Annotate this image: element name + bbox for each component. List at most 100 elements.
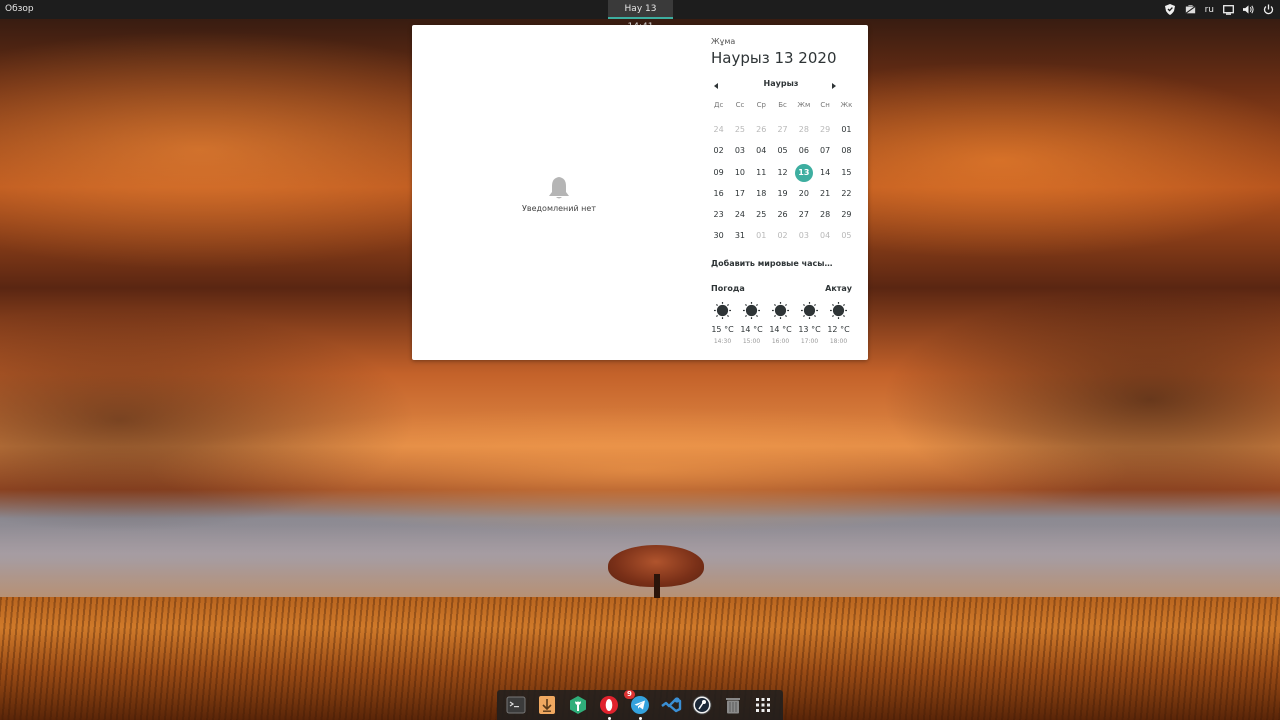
telegram-icon[interactable]: 9 bbox=[623, 690, 651, 720]
vscode-icon[interactable] bbox=[660, 694, 682, 716]
calendar-day[interactable]: 27 bbox=[772, 119, 793, 140]
weather-forecast: 15 °C 14:30 14 °C 15:00 14 °C 16:00 13 °C 17:00… bbox=[708, 301, 854, 345]
forecast-time: 14:30 bbox=[713, 337, 732, 345]
power-icon[interactable] bbox=[1263, 4, 1274, 15]
calendar-day[interactable]: 03 bbox=[793, 225, 814, 246]
calendar-day[interactable]: 12 bbox=[772, 162, 793, 183]
calendar-day-today[interactable]: 13 bbox=[793, 162, 814, 183]
forecast-item: 14 °C 16:00 bbox=[766, 301, 795, 345]
calendar-day[interactable]: 25 bbox=[751, 204, 772, 225]
add-world-clocks-button[interactable]: Добавить мировые часы… bbox=[711, 259, 854, 268]
calendar-section: Жұма Наурыз 13 2020 Наурыз Дс Сс Ср Бс Жм Сн Ж… bbox=[708, 37, 854, 345]
calendar-day[interactable]: 22 bbox=[836, 183, 857, 204]
forecast-time: 15:00 bbox=[742, 337, 761, 345]
dock: 9 bbox=[497, 690, 783, 720]
terminal-icon[interactable] bbox=[505, 694, 527, 716]
calendar-day[interactable]: 09 bbox=[708, 162, 729, 183]
calendar-day[interactable]: 10 bbox=[729, 162, 750, 183]
calendar-day[interactable]: 04 bbox=[751, 140, 772, 161]
sun-icon bbox=[772, 301, 789, 319]
forecast-time: 18:00 bbox=[829, 337, 848, 345]
sun-icon bbox=[830, 301, 847, 319]
calendar-day[interactable]: 01 bbox=[836, 119, 857, 140]
calendar-day[interactable]: 26 bbox=[772, 204, 793, 225]
day-header: Жк bbox=[840, 101, 853, 109]
calendar-day[interactable]: 11 bbox=[751, 162, 772, 183]
notification-list: Уведомлений нет bbox=[412, 25, 704, 360]
forecast-item: 13 °C 17:00 bbox=[795, 301, 824, 345]
calendar-day[interactable]: 14 bbox=[814, 162, 835, 183]
forecast-temperature: 12 °C bbox=[827, 324, 850, 334]
weekday-label: Жұма bbox=[711, 37, 736, 46]
downloader-icon[interactable] bbox=[536, 694, 558, 716]
day-header: Ср bbox=[756, 101, 766, 109]
sun-icon bbox=[743, 301, 760, 319]
calendar-day[interactable]: 25 bbox=[729, 119, 750, 140]
steam-icon[interactable] bbox=[691, 694, 713, 716]
forecast-item: 14 °C 15:00 bbox=[737, 301, 766, 345]
calendar-grid: Дс Сс Ср Бс Жм Сн Жк 24 25 26 27 28 29 01 02 03 04 05 06 07… bbox=[708, 99, 854, 247]
clock-date: Нау 13 bbox=[624, 4, 657, 14]
calendar-day[interactable]: 05 bbox=[836, 225, 857, 246]
calendar-day[interactable]: 06 bbox=[793, 140, 814, 161]
day-header: Сн bbox=[820, 101, 830, 109]
calendar-day[interactable]: 03 bbox=[729, 140, 750, 161]
calendar-day[interactable]: 29 bbox=[836, 204, 857, 225]
forecast-temperature: 13 °C bbox=[798, 324, 821, 334]
calendar-day[interactable]: 26 bbox=[751, 119, 772, 140]
volume-icon[interactable] bbox=[1243, 4, 1254, 15]
calendar-day[interactable]: 30 bbox=[708, 225, 729, 246]
calendar-day[interactable]: 15 bbox=[836, 162, 857, 183]
calendar-day[interactable]: 28 bbox=[814, 204, 835, 225]
day-header: Бс bbox=[778, 101, 787, 109]
language-indicator[interactable]: ru bbox=[1205, 5, 1214, 15]
weather-location: Актау bbox=[825, 283, 852, 293]
forecast-temperature: 14 °C bbox=[769, 324, 792, 334]
calendar-day[interactable]: 24 bbox=[729, 204, 750, 225]
bell-icon bbox=[549, 177, 569, 199]
calendar-day[interactable]: 01 bbox=[751, 225, 772, 246]
calendar-day[interactable]: 29 bbox=[814, 119, 835, 140]
day-header: Дс bbox=[713, 101, 724, 109]
forecast-time: 17:00 bbox=[800, 337, 819, 345]
day-header: Жм bbox=[797, 101, 811, 109]
calendar-day[interactable]: 23 bbox=[708, 204, 729, 225]
wrench-app-icon[interactable] bbox=[567, 694, 589, 716]
calendar-day[interactable]: 28 bbox=[793, 119, 814, 140]
weather-label: Погода bbox=[711, 283, 745, 293]
screen-icon[interactable] bbox=[1223, 4, 1234, 15]
top-bar: Обзор Нау 13 14:41 ru bbox=[0, 0, 1280, 32]
calendar-day[interactable]: 24 bbox=[708, 119, 729, 140]
trash-icon[interactable] bbox=[722, 694, 744, 716]
app-grid-icon[interactable] bbox=[752, 694, 774, 716]
shield-icon[interactable] bbox=[1165, 4, 1176, 15]
calendar-day[interactable]: 08 bbox=[836, 140, 857, 161]
clock-button[interactable]: Нау 13 14:41 bbox=[608, 0, 673, 32]
calendar-day[interactable]: 07 bbox=[814, 140, 835, 161]
network-icon[interactable] bbox=[1185, 4, 1196, 15]
calendar-day[interactable]: 04 bbox=[814, 225, 835, 246]
opera-icon[interactable] bbox=[598, 694, 620, 720]
calendar-day[interactable]: 02 bbox=[708, 140, 729, 161]
calendar-day[interactable]: 02 bbox=[772, 225, 793, 246]
calendar-day[interactable]: 16 bbox=[708, 183, 729, 204]
forecast-time: 16:00 bbox=[771, 337, 790, 345]
month-navigation: Наурыз bbox=[708, 79, 854, 99]
forecast-temperature: 14 °C bbox=[740, 324, 763, 334]
calendar-day[interactable]: 27 bbox=[793, 204, 814, 225]
calendar-day[interactable]: 20 bbox=[793, 183, 814, 204]
sun-icon bbox=[801, 301, 818, 319]
calendar-day[interactable]: 19 bbox=[772, 183, 793, 204]
calendar-day[interactable]: 05 bbox=[772, 140, 793, 161]
next-month-icon[interactable] bbox=[832, 83, 836, 89]
calendar-day[interactable]: 18 bbox=[751, 183, 772, 204]
calendar-day[interactable]: 17 bbox=[729, 183, 750, 204]
calendar-day[interactable]: 21 bbox=[814, 183, 835, 204]
weather-header[interactable]: Погода Актау bbox=[708, 284, 854, 296]
activities-button[interactable]: Обзор bbox=[5, 0, 34, 19]
date-title[interactable]: Наурыз 13 2020 bbox=[711, 49, 854, 67]
calendar-day[interactable]: 31 bbox=[729, 225, 750, 246]
forecast-temperature: 15 °C bbox=[711, 324, 734, 334]
day-header: Сс bbox=[735, 101, 745, 109]
forecast-item: 12 °C 18:00 bbox=[824, 301, 853, 345]
